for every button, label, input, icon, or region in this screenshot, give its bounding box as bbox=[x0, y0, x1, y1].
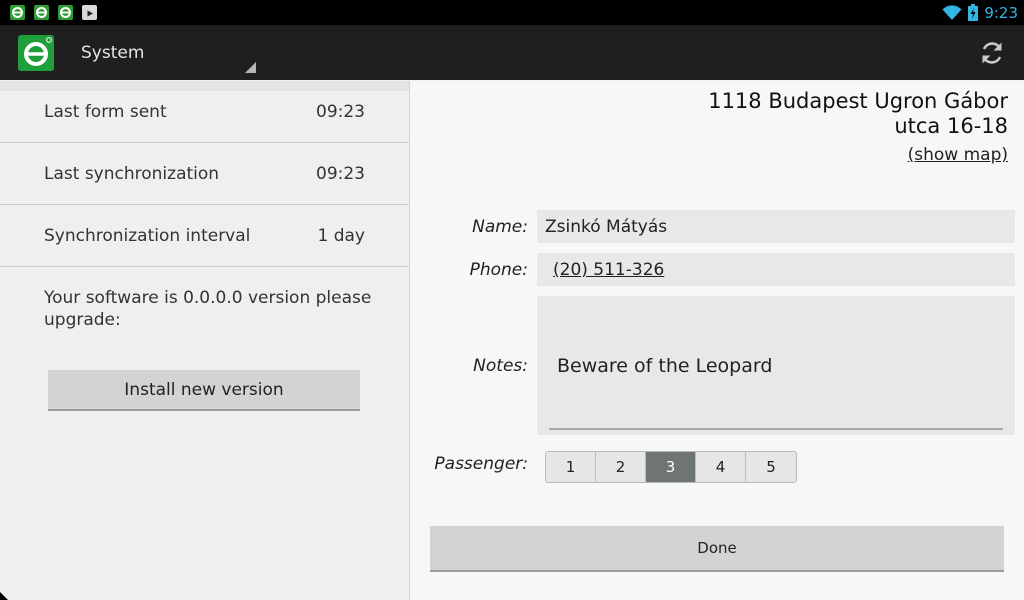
address-line1: 1118 Budapest Ugron Gábor bbox=[708, 89, 1008, 113]
notes-underline bbox=[549, 428, 1003, 430]
passenger-option-3[interactable]: 3 bbox=[646, 452, 696, 482]
app-title[interactable]: System bbox=[81, 43, 144, 63]
notes-label: Notes: bbox=[473, 356, 528, 376]
action-bar bbox=[0, 25, 1024, 80]
phone-link[interactable]: (20) 511-326 bbox=[553, 260, 664, 280]
corner-decoration bbox=[0, 592, 8, 600]
upgrade-message: Your software is 0.0.0.0 version please … bbox=[44, 288, 372, 330]
info-row-label: Last form sent bbox=[44, 101, 167, 122]
passenger-option-5[interactable]: 5 bbox=[746, 452, 796, 482]
sync-icon[interactable] bbox=[978, 39, 1006, 67]
battery-charging-icon bbox=[968, 4, 979, 21]
info-row-value: 09:23 bbox=[316, 163, 365, 184]
order-detail-panel: 1118 Budapest Ugron Gábor utca 16-18 (sh… bbox=[410, 81, 1024, 600]
info-row-last-form-sent: Last form sent 09:23 bbox=[0, 81, 409, 143]
info-row-label: Last synchronization bbox=[44, 163, 220, 184]
passenger-label: Passenger: bbox=[434, 454, 528, 474]
phone-label: Phone: bbox=[469, 260, 528, 280]
wifi-icon bbox=[942, 4, 962, 20]
status-bar: 9:23 bbox=[0, 0, 1024, 25]
install-new-version-button[interactable]: Install new version bbox=[48, 370, 360, 411]
dropdown-indicator-icon[interactable] bbox=[245, 62, 256, 73]
passenger-option-4[interactable]: 4 bbox=[696, 452, 746, 482]
info-row-value: 1 day bbox=[317, 225, 366, 246]
passenger-selector: 1 2 3 4 5 bbox=[545, 451, 797, 483]
clock: 9:23 bbox=[984, 3, 1018, 22]
show-map-link[interactable]: (show map) bbox=[908, 145, 1008, 165]
notes-value: Beware of the Leopard bbox=[557, 355, 773, 377]
address: 1118 Budapest Ugron Gábor utca 16-18 bbox=[608, 89, 1008, 139]
address-line2: utca 16-18 bbox=[894, 114, 1008, 138]
app-notification-icon bbox=[34, 5, 49, 20]
app-notification-icon bbox=[58, 5, 73, 20]
name-value: Zsinkó Mátyás bbox=[545, 217, 668, 237]
passenger-option-2[interactable]: 2 bbox=[596, 452, 646, 482]
app-notification-icon bbox=[10, 5, 25, 20]
app-logo-icon[interactable] bbox=[18, 35, 54, 71]
name-label: Name: bbox=[472, 217, 528, 237]
info-row-last-synchronization: Last synchronization 09:23 bbox=[0, 143, 409, 205]
done-button[interactable]: Done bbox=[430, 526, 1004, 572]
play-store-icon bbox=[82, 5, 97, 20]
info-row-value: 09:23 bbox=[316, 101, 365, 122]
info-row-synchronization-interval[interactable]: Synchronization interval 1 day bbox=[0, 205, 409, 267]
info-row-label: Synchronization interval bbox=[44, 225, 251, 246]
passenger-option-1[interactable]: 1 bbox=[546, 452, 596, 482]
system-info-panel: Last form sent 09:23 Last synchronizatio… bbox=[0, 81, 410, 600]
